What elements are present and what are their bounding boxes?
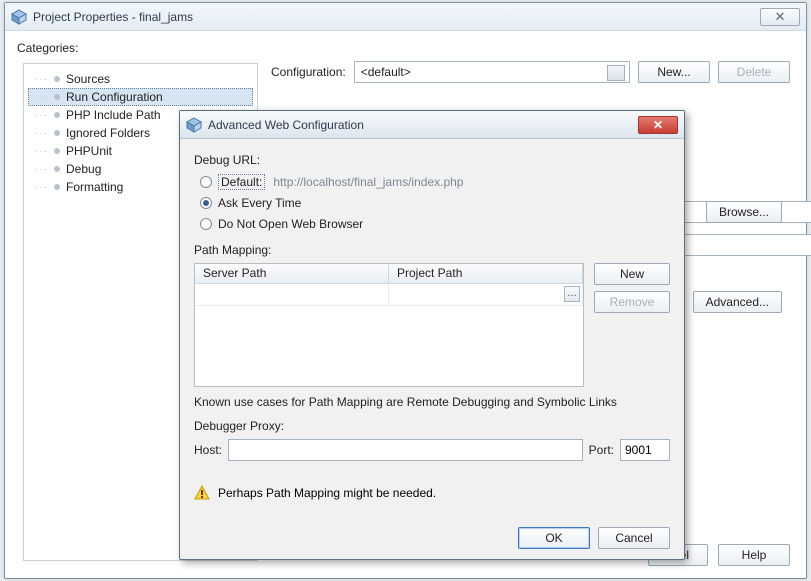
delete-config-button: Delete (718, 61, 790, 83)
mapping-new-button[interactable]: New (594, 263, 670, 285)
radio-default-label: Default: (218, 174, 265, 190)
tree-label: Debug (66, 162, 101, 176)
warning-text: Perhaps Path Mapping might be needed. (218, 486, 436, 500)
configuration-value: <default> (361, 65, 411, 79)
tree-label: Formatting (66, 180, 123, 194)
path-mapping-table[interactable]: Server Path Project Path … (194, 263, 584, 387)
table-row[interactable]: … (195, 284, 583, 306)
mapping-remove-button: Remove (594, 291, 670, 313)
advanced-web-config-dialog: Advanced Web Configuration ✕ Debug URL: … (179, 110, 685, 560)
configuration-combo[interactable]: <default> (354, 61, 630, 83)
dialog-title: Advanced Web Configuration (208, 118, 364, 132)
debugger-proxy-label: Debugger Proxy: (194, 419, 670, 433)
radio-noopen-label: Do Not Open Web Browser (218, 217, 363, 231)
dialog-cancel-button[interactable]: Cancel (598, 527, 670, 549)
default-url-text: http://localhost/final_jams/index.php (273, 175, 463, 189)
col-project-path: Project Path (389, 264, 583, 283)
path-mapping-note: Known use cases for Path Mapping are Rem… (194, 395, 670, 409)
port-label: Port: (589, 443, 614, 457)
radio-ask-label: Ask Every Time (218, 196, 301, 210)
tree-label: PHP Include Path (66, 108, 161, 122)
categories-label: Categories: (17, 41, 794, 55)
main-close-button[interactable]: ✕ (760, 8, 800, 26)
radio-default[interactable] (200, 176, 212, 188)
path-mapping-label: Path Mapping: (194, 243, 670, 257)
advanced-button[interactable]: Advanced... (693, 291, 782, 313)
tree-label: PHPUnit (66, 144, 112, 158)
host-label: Host: (194, 443, 222, 457)
debug-url-label: Debug URL: (194, 153, 670, 167)
radio-ask[interactable] (200, 197, 212, 209)
browse-cell-button[interactable]: … (564, 286, 580, 302)
browse-button[interactable]: Browse... (706, 201, 782, 223)
dialog-icon (186, 117, 202, 133)
host-input[interactable] (228, 439, 583, 461)
radio-noopen[interactable] (200, 218, 212, 230)
app-icon (11, 9, 27, 25)
dialog-ok-button[interactable]: OK (518, 527, 590, 549)
dialog-close-button[interactable]: ✕ (638, 116, 678, 134)
new-config-button[interactable]: New... (638, 61, 710, 83)
port-input[interactable] (620, 439, 670, 461)
configuration-label: Configuration: (271, 65, 346, 79)
radio-noopen-row[interactable]: Do Not Open Web Browser (200, 215, 670, 233)
table-header: Server Path Project Path (195, 264, 583, 284)
radio-ask-row[interactable]: Ask Every Time (200, 194, 670, 212)
tree-label: Sources (66, 72, 110, 86)
tree-item-run-configuration[interactable]: ··· Run Configuration (28, 88, 253, 106)
cell-project[interactable]: … (389, 284, 583, 305)
col-server-path: Server Path (195, 264, 389, 283)
dialog-body: Debug URL: Default: http://localhost/fin… (180, 139, 684, 559)
cell-server[interactable] (195, 284, 389, 305)
main-window-title: Project Properties - final_jams (33, 10, 193, 24)
radio-default-row[interactable]: Default: http://localhost/final_jams/ind… (200, 173, 670, 191)
tree-item-sources[interactable]: ··· Sources (28, 70, 253, 88)
tree-label: Run Configuration (66, 90, 163, 104)
warning-icon (194, 485, 210, 501)
main-titlebar[interactable]: Project Properties - final_jams ✕ (5, 3, 806, 31)
dialog-titlebar[interactable]: Advanced Web Configuration ✕ (180, 111, 684, 139)
help-button[interactable]: Help (718, 544, 790, 566)
tree-label: Ignored Folders (66, 126, 150, 140)
